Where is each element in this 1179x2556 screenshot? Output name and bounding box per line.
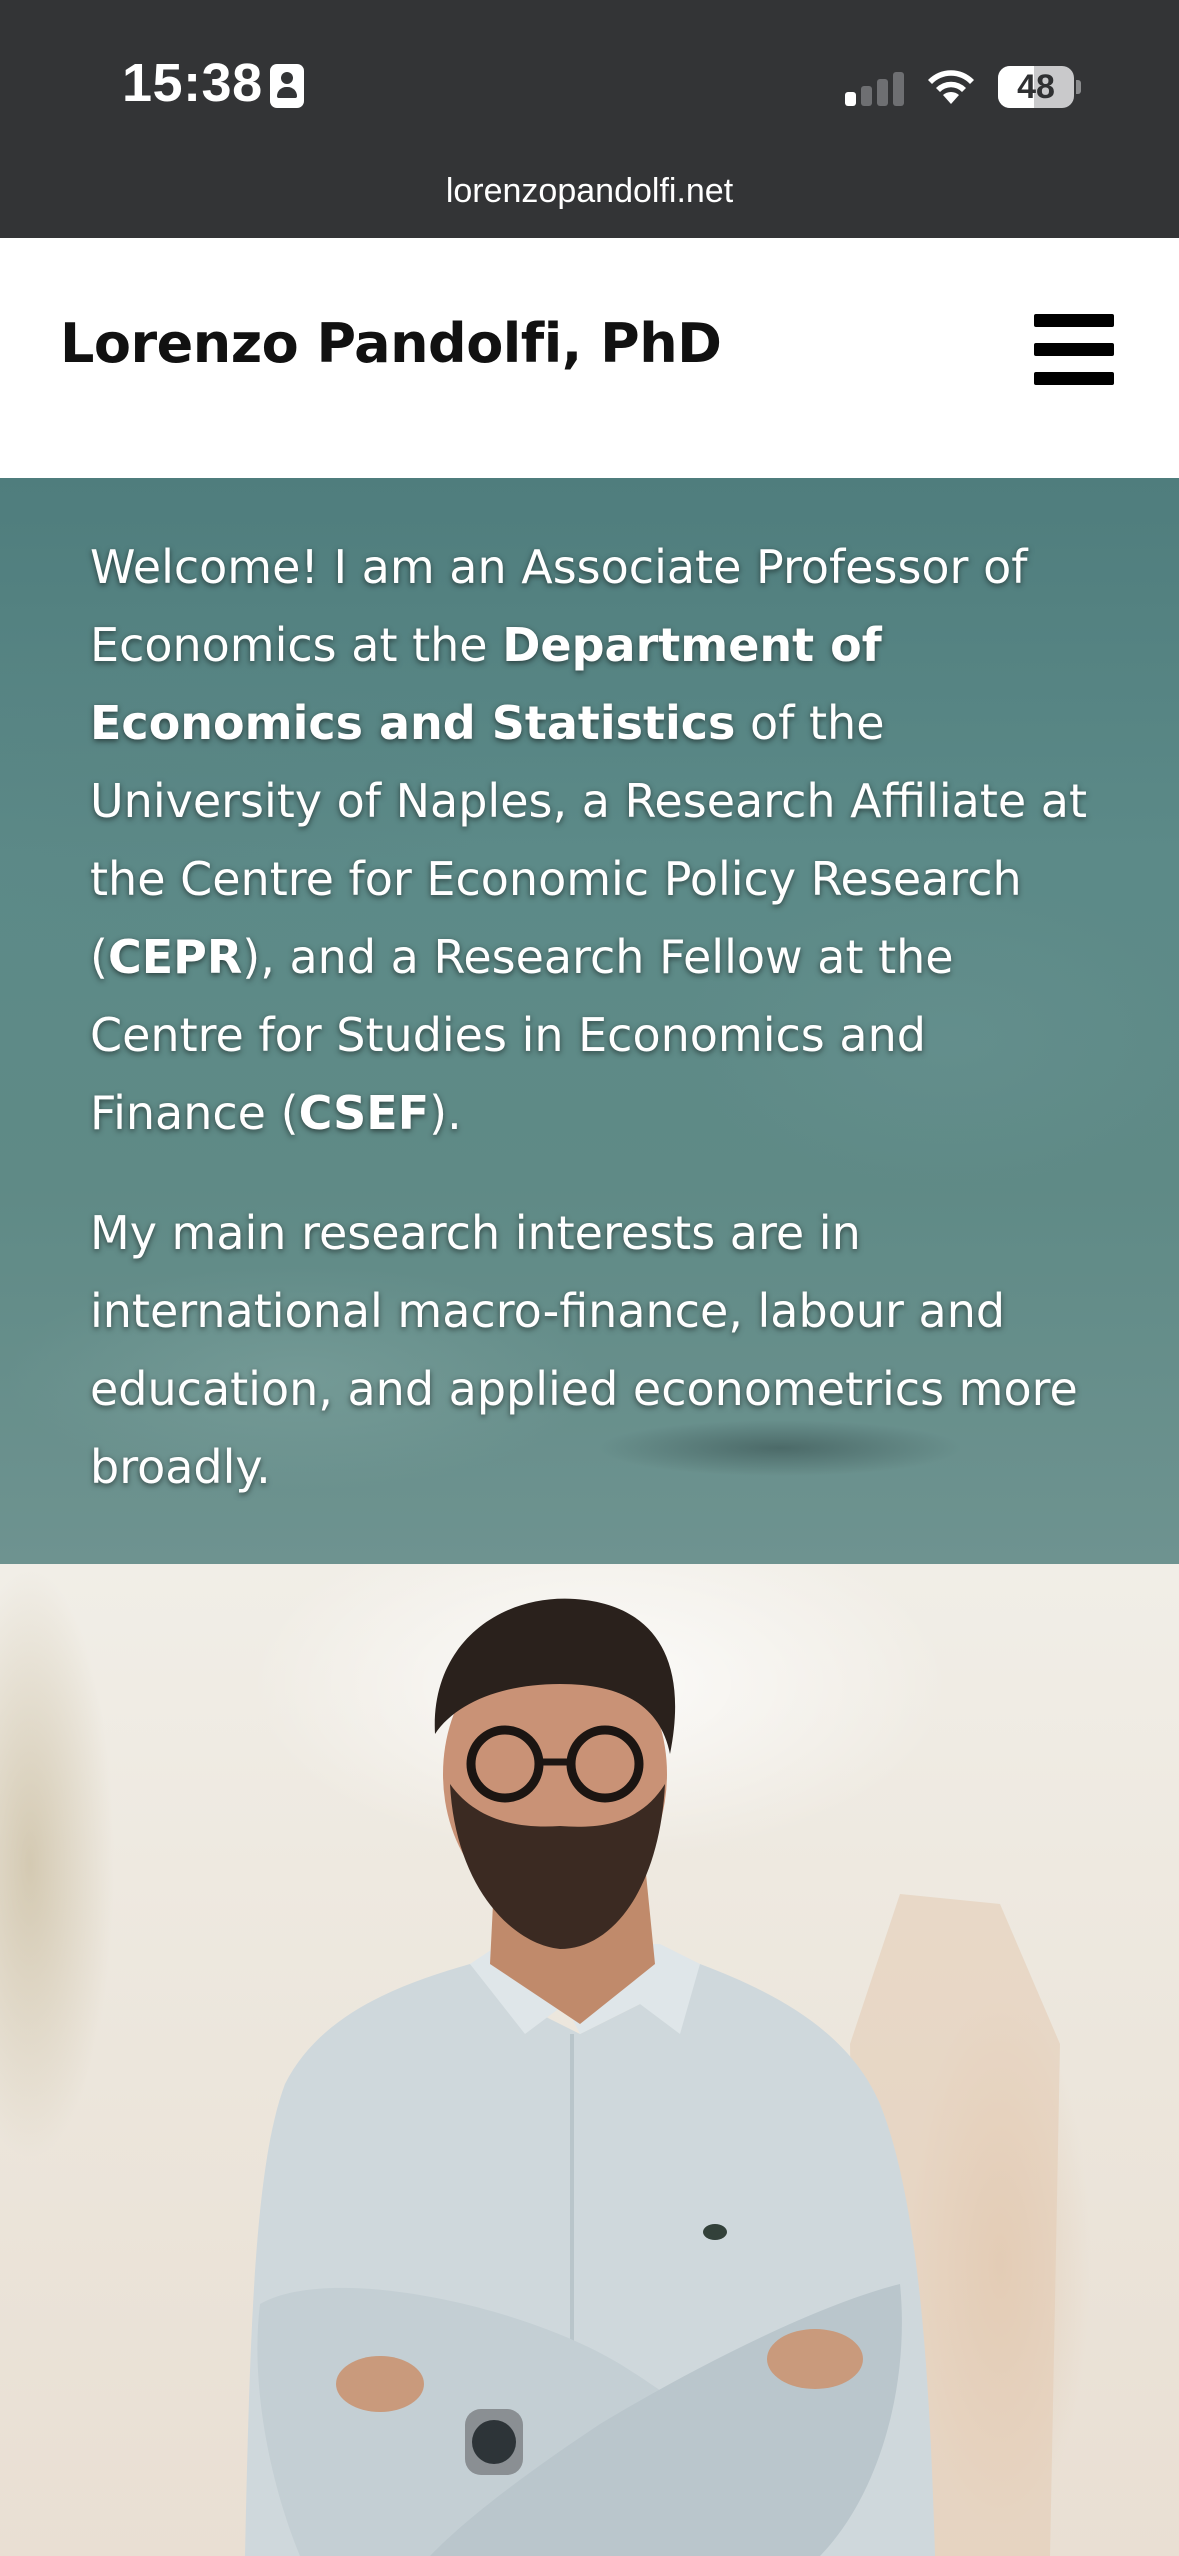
portrait-section — [0, 1564, 1179, 2556]
intro-paragraph-2: My main research interests are in intern… — [90, 1206, 1078, 1494]
browser-status-area: 15:38 48 lorenzopandolfi.net — [0, 0, 1179, 238]
wifi-icon — [928, 70, 974, 104]
portrait-photo — [245, 1598, 1060, 2556]
cepr-label: CEPR — [107, 930, 243, 984]
site-header: Lorenzo Pandolfi, PhD — [0, 238, 1179, 478]
battery-level: 48 — [1017, 68, 1055, 106]
intro-paragraph-1: Welcome! I am an Associate Professor of … — [90, 528, 1110, 1152]
hamburger-menu-icon[interactable] — [1034, 314, 1114, 386]
address-bar-url[interactable]: lorenzopandolfi.net — [0, 172, 1179, 211]
status-time: 15:38 — [122, 53, 263, 113]
intro-text: Welcome! I am an Associate Professor of … — [90, 528, 1110, 1548]
battery-icon: 48 — [998, 66, 1081, 108]
site-title[interactable]: Lorenzo Pandolfi, PhD — [60, 312, 722, 375]
intro-section: Welcome! I am an Associate Professor of … — [0, 478, 1179, 1564]
contact-card-icon — [270, 64, 304, 108]
csef-label: CSEF — [298, 1086, 430, 1140]
cellular-signal-icon — [845, 68, 905, 106]
intro-text-segment: ). — [429, 1086, 462, 1140]
